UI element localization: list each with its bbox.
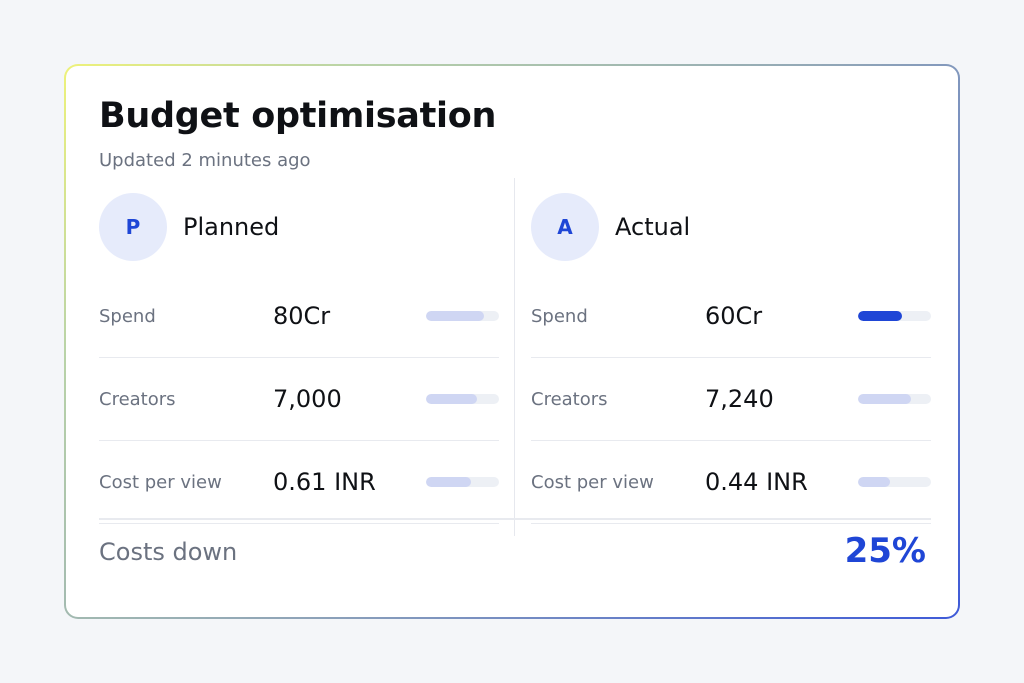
metric-row-creators: Creators 7,240 [531,358,931,441]
metric-bar-fill [426,311,485,321]
metric-bar [858,394,931,404]
metric-value: 7,240 [705,385,774,413]
metric-row-spend: Spend 80Cr [99,275,499,358]
metric-bar-fill [426,477,471,487]
metric-row-cost-per-view: Cost per view 0.61 INR [99,441,499,524]
actual-title: Actual [615,213,691,241]
metric-bar [426,394,499,404]
metric-bar-fill [858,311,902,321]
card-title: Budget optimisation [99,96,497,136]
actual-column: A Actual Spend 60Cr Creators 7,240 Cost … [531,192,931,524]
budget-card: Budget optimisation Updated 2 minutes ag… [66,66,958,617]
footer-value: 25% [844,531,926,571]
planned-rows: Spend 80Cr Creators 7,000 Cost per view … [99,275,499,524]
planned-avatar: P [99,193,167,261]
planned-column: P Planned Spend 80Cr Creators 7,000 Cost… [99,192,499,524]
metric-label: Creators [531,388,608,410]
metric-bar-fill [426,394,478,404]
footer-divider [99,518,931,520]
metric-value: 0.44 INR [705,468,808,496]
metric-value: 80Cr [273,302,331,330]
metric-value: 7,000 [273,385,342,413]
metric-value: 0.61 INR [273,468,376,496]
metric-bar [858,311,931,321]
metric-bar [426,311,499,321]
actual-rows: Spend 60Cr Creators 7,240 Cost per view … [531,275,931,524]
planned-header: P Planned [99,192,499,262]
metric-bar-fill [858,477,891,487]
metric-bar-fill [858,394,911,404]
metric-bar [858,477,931,487]
metric-label: Cost per view [531,471,654,493]
metric-label: Spend [531,305,588,327]
column-divider [514,178,515,536]
metric-bar [426,477,499,487]
metric-label: Creators [99,388,176,410]
metric-row-creators: Creators 7,000 [99,358,499,441]
budget-card-frame: Budget optimisation Updated 2 minutes ag… [64,64,960,619]
metric-label: Cost per view [99,471,222,493]
actual-header: A Actual [531,192,931,262]
metric-label: Spend [99,305,156,327]
footer-label: Costs down [99,538,238,566]
metric-row-cost-per-view: Cost per view 0.44 INR [531,441,931,524]
actual-avatar: A [531,193,599,261]
planned-title: Planned [183,213,280,241]
metric-value: 60Cr [705,302,763,330]
card-subtitle: Updated 2 minutes ago [99,150,311,171]
metric-row-spend: Spend 60Cr [531,275,931,358]
